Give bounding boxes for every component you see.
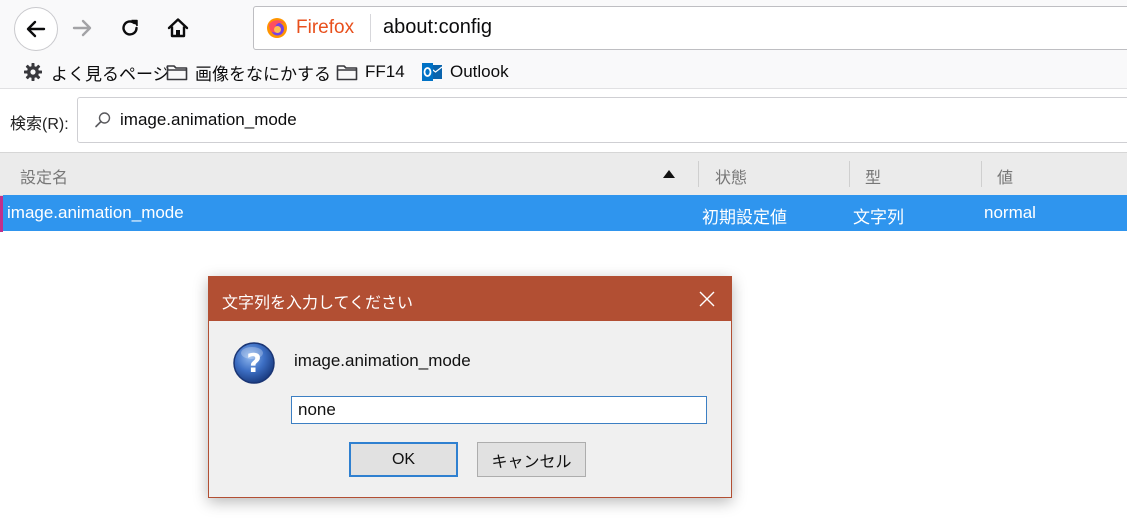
ok-button[interactable]: OK — [349, 442, 458, 477]
close-icon — [699, 291, 715, 307]
bookmark-label: よく見るページ — [51, 64, 170, 84]
url-separator — [370, 14, 371, 42]
dialog-title: 文字列を入力してください — [222, 295, 414, 312]
bookmark-folder-images[interactable]: 画像をなにかする — [166, 59, 331, 85]
gear-icon — [22, 62, 44, 82]
folder-icon — [166, 62, 188, 82]
bookmark-label: Outlook — [450, 62, 509, 81]
folder-icon — [336, 62, 358, 82]
browser-brand-label: Firefox — [296, 17, 355, 38]
column-header-name[interactable]: 設定名 — [20, 164, 68, 188]
home-button[interactable] — [158, 8, 198, 48]
back-button[interactable] — [14, 7, 58, 51]
outlook-icon — [421, 62, 443, 82]
column-separator[interactable] — [981, 161, 982, 187]
bookmark-label: FF14 — [365, 62, 405, 81]
url-bar[interactable]: Firefox about:config — [253, 6, 1127, 50]
column-header-type[interactable]: 型 — [865, 164, 881, 188]
column-header-value[interactable]: 値 — [997, 164, 1013, 188]
navigation-toolbar: Firefox about:config — [0, 0, 1127, 56]
search-label: 検索(R): — [10, 116, 69, 133]
bookmark-most-visited[interactable]: よく見るページ — [22, 59, 170, 85]
forward-button[interactable] — [62, 8, 102, 48]
svg-text:?: ? — [246, 349, 261, 379]
cell-status: 初期設定値 — [702, 208, 787, 227]
string-input-dialog: 文字列を入力してください ? image.animation_mode none… — [208, 276, 732, 498]
bookmark-label: 画像をなにかする — [195, 64, 331, 84]
question-icon: ? — [233, 342, 275, 384]
bookmarks-toolbar: よく見るページ 画像をなにかする FF14 Outlook — [0, 56, 1127, 89]
search-row: 検索(R): image.animation_mode — [0, 89, 1127, 151]
dialog-titlebar[interactable]: 文字列を入力してください — [209, 277, 731, 321]
search-input[interactable]: image.animation_mode — [77, 97, 1127, 143]
search-input-value: image.animation_mode — [120, 110, 297, 129]
search-icon — [95, 112, 111, 128]
column-separator[interactable] — [849, 161, 850, 187]
bookmark-outlook[interactable]: Outlook — [421, 59, 509, 85]
back-arrow-icon — [26, 20, 46, 38]
forward-arrow-icon — [72, 19, 92, 37]
url-text[interactable]: about:config — [383, 16, 492, 39]
cell-type: 文字列 — [853, 208, 904, 227]
column-header-status[interactable]: 状態 — [715, 164, 747, 188]
cell-name: image.animation_mode — [7, 203, 184, 222]
reload-icon — [122, 19, 138, 36]
firefox-logo-icon — [267, 18, 287, 38]
table-row[interactable]: image.animation_mode 初期設定値 文字列 normal — [3, 195, 1127, 231]
dialog-message: image.animation_mode — [294, 351, 471, 370]
cancel-button[interactable]: キャンセル — [477, 442, 586, 477]
cell-value: normal — [984, 203, 1036, 222]
home-icon — [167, 18, 189, 38]
sort-ascending-icon[interactable] — [663, 170, 675, 178]
column-separator[interactable] — [698, 161, 699, 187]
dialog-close-button[interactable] — [687, 281, 727, 317]
bookmark-folder-ff14[interactable]: FF14 — [336, 59, 405, 85]
reload-button[interactable] — [110, 8, 150, 48]
dialog-text-input[interactable]: none — [291, 396, 707, 424]
table-header: 設定名 状態 型 値 — [0, 152, 1127, 196]
